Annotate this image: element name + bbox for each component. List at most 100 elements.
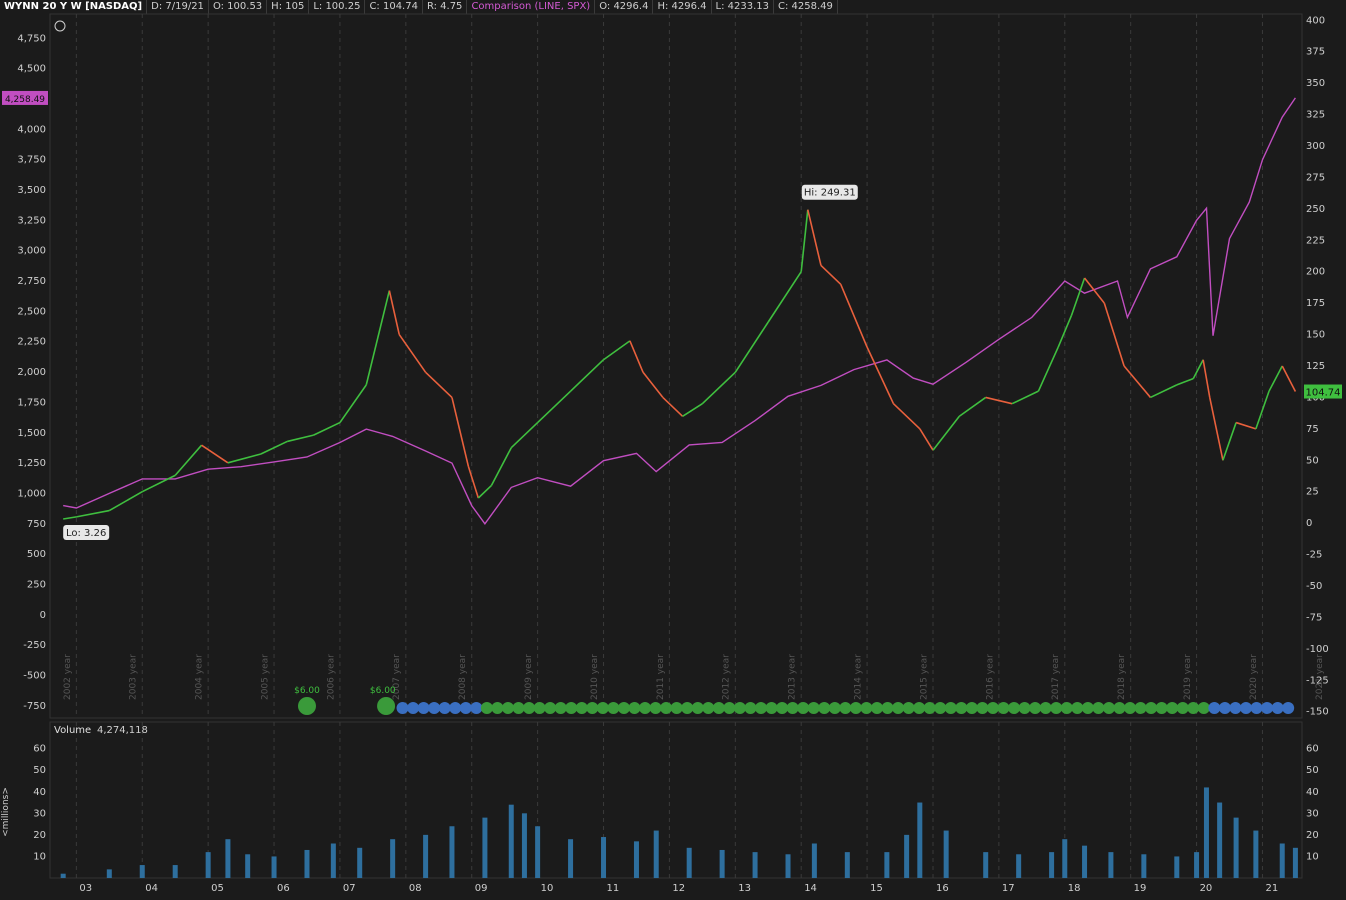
dividend-marker xyxy=(297,697,316,715)
y-left-tick-label: 0 xyxy=(40,610,46,621)
volume-bar xyxy=(330,843,336,878)
x-tick-label: 04 xyxy=(145,883,158,894)
event-marker xyxy=(986,702,999,714)
price-segment xyxy=(451,397,470,467)
price-segment xyxy=(1202,359,1211,398)
event-marker xyxy=(1092,702,1105,714)
volume-left-tick-label: 60 xyxy=(33,744,46,755)
price-segment xyxy=(477,484,493,499)
price-segment xyxy=(365,290,391,386)
event-marker xyxy=(818,702,831,714)
x-tick-label: 21 xyxy=(1265,883,1278,894)
volume-bar xyxy=(304,849,310,878)
volume-bar xyxy=(1194,852,1200,878)
y-left-tick-label: 1,250 xyxy=(17,458,46,469)
event-marker xyxy=(586,702,599,714)
price-segment xyxy=(1235,421,1257,430)
y-right-tick-label: 150 xyxy=(1306,330,1325,341)
y-left-tick-label: -500 xyxy=(23,671,46,682)
price-segment xyxy=(1037,346,1059,392)
event-marker xyxy=(712,702,725,714)
y-right-tick-label: 200 xyxy=(1306,267,1325,278)
volume-bar xyxy=(390,839,396,878)
y-left-tick-label: 2,250 xyxy=(17,337,46,348)
comparison-last-label: 4,258.49 xyxy=(5,95,45,105)
y-left-tick-label: 2,000 xyxy=(17,367,46,378)
volume-bar xyxy=(1082,845,1088,878)
event-marker xyxy=(997,702,1010,714)
x-tick-label: 17 xyxy=(1002,883,1015,894)
volume-bar xyxy=(633,841,639,878)
event-marker xyxy=(870,702,883,714)
event-marker xyxy=(923,702,936,714)
y-left-tick-label: 3,750 xyxy=(17,155,46,166)
event-marker xyxy=(860,702,873,714)
x-tick-label: 18 xyxy=(1068,883,1081,894)
price-segment xyxy=(108,491,143,512)
price-segment xyxy=(76,509,110,518)
price-segment xyxy=(174,444,203,476)
x-tick-label: 03 xyxy=(79,883,92,894)
y-right-tick-label: -75 xyxy=(1306,612,1322,623)
event-marker xyxy=(449,702,462,714)
volume-bar xyxy=(1203,787,1209,878)
year-marker-label: 2004 year xyxy=(195,654,205,700)
y-left-tick-label: 3,250 xyxy=(17,215,46,226)
price-segment xyxy=(63,516,77,520)
event-marker xyxy=(1208,702,1221,714)
price-segment xyxy=(490,447,512,486)
price-segment xyxy=(1150,384,1178,399)
x-tick-label: 13 xyxy=(738,883,751,894)
volume-bar xyxy=(1062,839,1068,878)
price-segment xyxy=(227,453,262,464)
year-marker-label: 2020 year xyxy=(1249,654,1259,700)
event-marker xyxy=(934,702,947,714)
y-left-tick-label: 4,750 xyxy=(17,33,46,44)
event-marker xyxy=(786,702,799,714)
volume-bar xyxy=(508,804,514,878)
event-marker xyxy=(691,702,704,714)
event-marker xyxy=(533,702,546,714)
y-right-tick-label: 350 xyxy=(1306,78,1325,89)
event-marker xyxy=(1145,702,1158,714)
year-marker-label: 2003 year xyxy=(129,654,139,700)
event-marker xyxy=(670,702,683,714)
y-left-tick-label: 2,750 xyxy=(17,276,46,287)
volume-bar xyxy=(1174,856,1180,878)
price-segment xyxy=(1070,277,1086,316)
price-segment xyxy=(1208,397,1224,461)
event-marker xyxy=(512,702,525,714)
volume-bar xyxy=(884,852,890,878)
y-right-tick-label: 275 xyxy=(1306,172,1325,183)
x-tick-label: 10 xyxy=(541,883,554,894)
y-left-tick-label: 2,500 xyxy=(17,306,46,317)
y-left-tick-label: 4,500 xyxy=(17,64,46,75)
price-segment xyxy=(734,321,769,373)
event-marker xyxy=(797,702,810,714)
volume-bar xyxy=(449,826,455,878)
volume-bar xyxy=(844,852,850,878)
event-marker xyxy=(1102,702,1115,714)
volume-bar xyxy=(139,865,145,878)
y-right-tick-label: 50 xyxy=(1306,455,1319,466)
event-marker xyxy=(1271,702,1284,714)
price-segment xyxy=(866,346,895,405)
event-marker xyxy=(807,702,820,714)
volume-right-tick-label: 20 xyxy=(1306,830,1319,841)
y-left-tick-label: 250 xyxy=(27,579,46,590)
volume-bar xyxy=(535,826,541,878)
volume-bar xyxy=(752,852,758,878)
price-chart[interactable]: 03 04 05 06 07 08 09 10 11 12 13 14 15 16 17 18 19 20 21 20… xyxy=(0,0,1346,900)
volume-bar xyxy=(1141,854,1147,878)
price-segment xyxy=(807,209,822,266)
y-right-tick-label: 225 xyxy=(1306,235,1325,246)
event-marker xyxy=(459,702,472,714)
x-tick-label: 15 xyxy=(870,883,883,894)
event-marker xyxy=(681,702,694,714)
price-segment xyxy=(662,396,684,417)
price-segment xyxy=(642,371,664,398)
event-marker xyxy=(480,702,493,714)
event-marker xyxy=(1134,702,1147,714)
dividend-label: $6.00 xyxy=(294,686,320,696)
volume-bar xyxy=(653,830,659,878)
